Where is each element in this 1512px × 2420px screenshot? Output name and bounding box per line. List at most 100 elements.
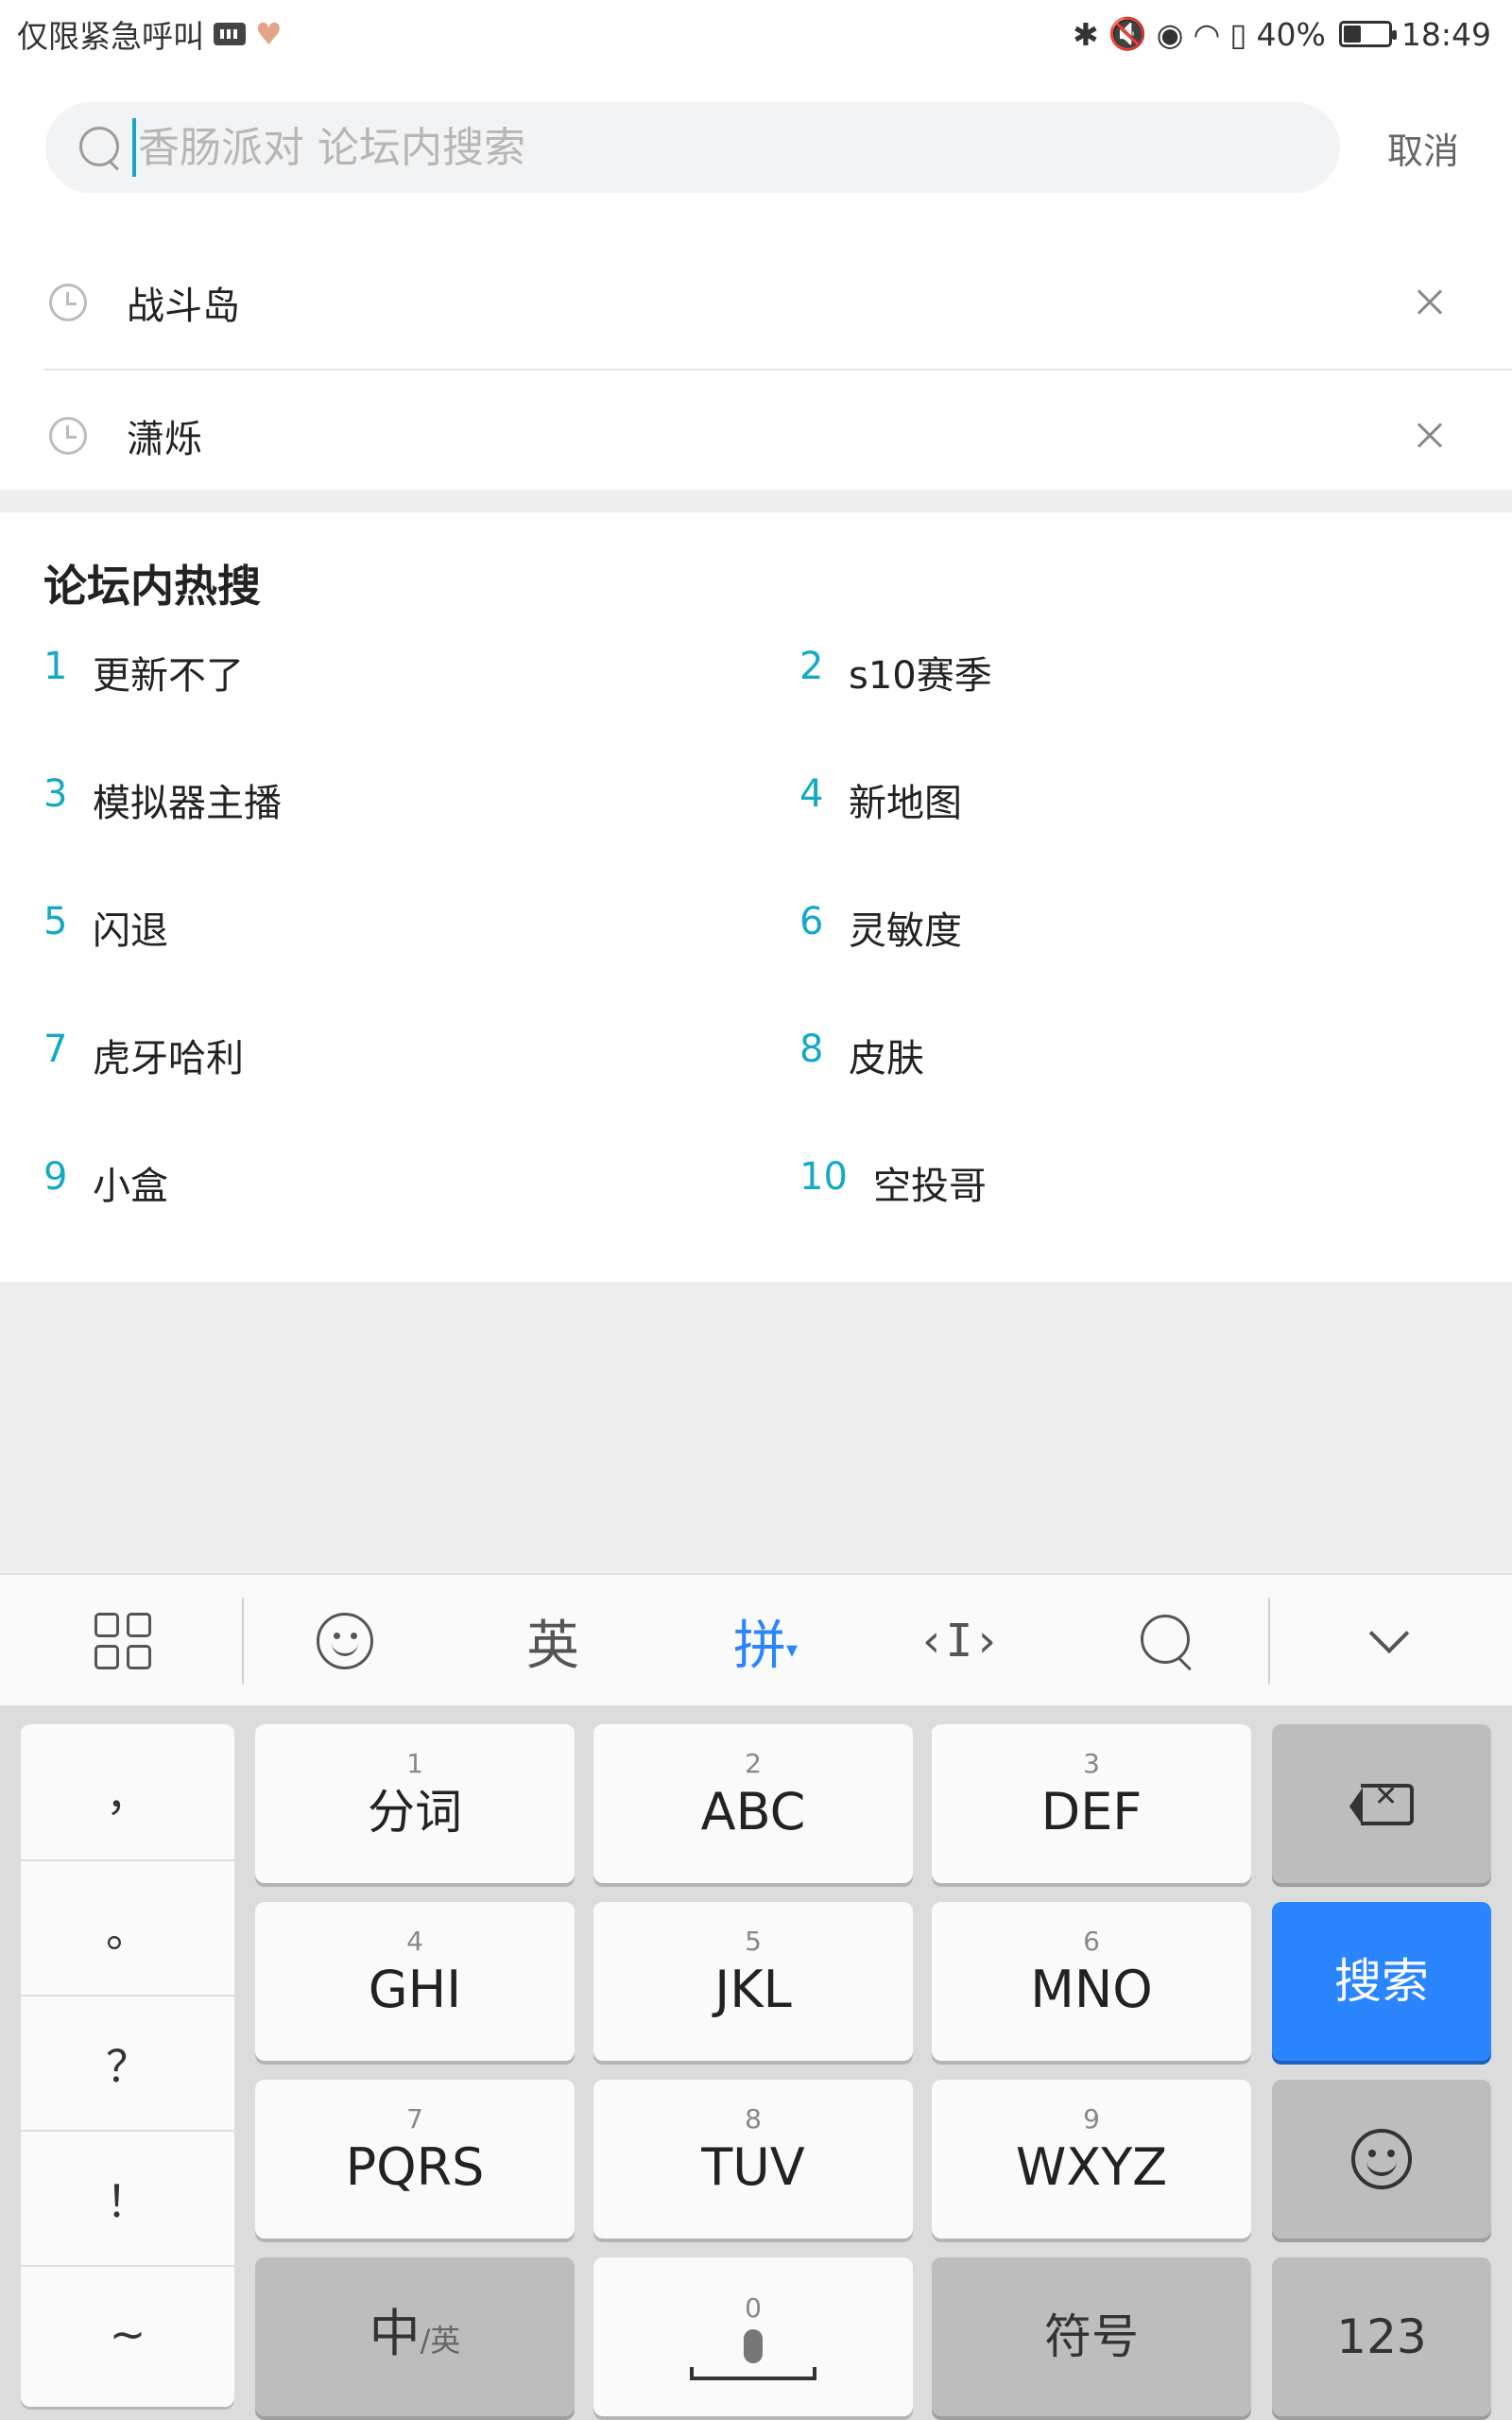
wifi-icon: ◠ (1193, 15, 1221, 53)
hot-search-rank: 9 (43, 1155, 68, 1199)
hot-search-label: 虎牙哈利 (93, 1037, 244, 1080)
hot-search-item[interactable]: 9 小盒 (43, 1155, 799, 1283)
search-header: 取消 (45, 102, 1512, 193)
hot-search-label: 新地图 (849, 782, 962, 825)
hot-search-rank: 10 (799, 1155, 848, 1199)
clock-time: 18:49 (1400, 15, 1491, 53)
key-8-tuv[interactable]: 8 TUV (593, 2080, 913, 2238)
hot-search-item[interactable]: 4 新地图 (799, 772, 1461, 900)
keyboard-icon (214, 23, 246, 45)
key-label: TUV (701, 2137, 805, 2197)
key-7-pqrs[interactable]: 7 PQRS (255, 2080, 575, 2238)
key-number: 3 (1083, 1748, 1100, 1779)
smiley-icon (1351, 2129, 1412, 2189)
backspace-key[interactable] (1272, 1724, 1491, 1883)
key-label: JKL (714, 1960, 792, 2019)
lang-key-sub: /英 (420, 2322, 461, 2359)
key-2-abc[interactable]: 2 ABC (593, 1724, 913, 1883)
key-label: PQRS (345, 2137, 485, 2197)
smiley-icon (317, 1613, 373, 1669)
hot-search-rank: 8 (799, 1028, 824, 1071)
hot-search-item[interactable]: 8 皮肤 (799, 1028, 1461, 1155)
cancel-button[interactable]: 取消 (1387, 122, 1459, 174)
emergency-calls-only-text: 仅限紧急呼叫 (17, 18, 204, 55)
hot-search-label: 皮肤 (849, 1037, 924, 1080)
key-3-def[interactable]: 3 DEF (932, 1724, 1251, 1883)
close-icon[interactable] (1414, 286, 1446, 319)
search-input[interactable] (138, 123, 1177, 172)
hot-search-item[interactable]: 5 闪退 (43, 900, 799, 1028)
space-key[interactable]: 0 (593, 2257, 913, 2416)
hot-search-rank: 1 (43, 645, 68, 688)
eye-comfort-icon: ◉ (1156, 15, 1184, 53)
lang-key-main: 中 (369, 2303, 421, 2363)
health-heart-icon: ♥ (255, 16, 283, 52)
toolbar-divider (1268, 1598, 1270, 1685)
key-label: DEF (1040, 1782, 1143, 1841)
hot-search-item[interactable]: 3 模拟器主播 (43, 772, 799, 900)
punct-key-tilde[interactable]: ~ (21, 2265, 234, 2400)
hot-search-item[interactable]: 6 灵敏度 (799, 900, 1461, 1028)
symbol-key-label: 符号 (1044, 2309, 1139, 2364)
key-number: 0 (745, 2292, 762, 2324)
key-1-segment[interactable]: 1 分词 (255, 1724, 575, 1883)
hot-search-label: 模拟器主播 (93, 782, 282, 825)
punctuation-column: ， 。 ？ ！ ~ (21, 1724, 234, 2407)
keyboard-search-button[interactable] (1106, 1575, 1228, 1707)
hot-search-label: 灵敏度 (849, 909, 962, 953)
hot-search-label: 更新不了 (93, 654, 244, 698)
key-9-wxyz[interactable]: 9 WXYZ (932, 2080, 1251, 2238)
clock-icon (49, 417, 87, 455)
hot-search-rank: 3 (43, 772, 68, 816)
punct-key-question[interactable]: ？ (21, 1995, 234, 2130)
hot-search-rank: 6 (799, 900, 824, 943)
key-5-jkl[interactable]: 5 JKL (593, 1902, 913, 2061)
language-switch-key[interactable]: 中/英 (255, 2257, 575, 2416)
close-icon[interactable] (1414, 420, 1446, 452)
search-submit-key[interactable]: 搜索 (1272, 1902, 1491, 2061)
hot-search-label: s10赛季 (849, 654, 992, 698)
section-divider (0, 490, 1512, 512)
numeric-key[interactable]: 123 (1272, 2257, 1491, 2416)
history-item[interactable]: 潇烁 (43, 369, 1512, 501)
emoji-key[interactable] (1272, 2080, 1491, 2238)
status-bar: 仅限紧急呼叫 ♥ ✱ 🔇 ◉ ◠ ▯ 40% 18:49 (0, 0, 1512, 68)
key-6-mno[interactable]: 6 MNO (932, 1902, 1251, 2061)
empty-content-area (0, 1282, 1512, 1573)
keyboard-menu-button[interactable] (57, 1575, 189, 1707)
hot-search-list: 1 更新不了 2 s10赛季 3 模拟器主播 4 新地图 5 闪退 6 灵敏度 7 虎牙哈利 … (43, 645, 1480, 1283)
key-number: 1 (406, 1748, 423, 1779)
t9-keyboard: ， 。 ？ ！ ~ 1 分词 2 ABC 3 DEF 4 GHI 5 JKL 6… (0, 1705, 1512, 2420)
english-mode-button[interactable]: 英 (491, 1575, 614, 1707)
hot-search-item[interactable]: 2 s10赛季 (799, 645, 1461, 772)
numeric-key-label: 123 (1336, 2309, 1427, 2364)
dropdown-arrow-icon: ▾ (785, 1635, 799, 1663)
history-item[interactable]: 战斗岛 (0, 236, 1512, 369)
bluetooth-icon: ✱ (1073, 15, 1099, 53)
search-box[interactable] (45, 102, 1340, 193)
key-number: 4 (406, 1926, 423, 1957)
pinyin-mode-button[interactable]: 拼▾ (699, 1575, 832, 1707)
cursor-control-button[interactable]: ‹I› (898, 1575, 1021, 1707)
text-caret (132, 118, 136, 177)
keyboard-toolbar: 英 拼▾ ‹I› (0, 1573, 1512, 1705)
mute-icon: 🔇 (1108, 15, 1147, 52)
hot-search-item[interactable]: 10 空投哥 (799, 1155, 1461, 1283)
search-icon (77, 125, 123, 170)
punct-key-period[interactable]: 。 (21, 1859, 234, 1995)
key-4-ghi[interactable]: 4 GHI (255, 1902, 575, 2061)
battery-fill (1343, 26, 1361, 43)
key-label: 分词 (368, 1785, 462, 1840)
text-cursor-icon: ‹I› (918, 1615, 1001, 1668)
key-label: WXYZ (1015, 2137, 1168, 2197)
search-history: 战斗岛 潇烁 (0, 236, 1512, 501)
emoji-panel-button[interactable] (284, 1575, 406, 1707)
symbol-key[interactable]: 符号 (932, 2257, 1251, 2416)
punct-key-comma[interactable]: ， (21, 1724, 234, 1859)
punct-key-exclaim[interactable]: ！ (21, 2130, 234, 2265)
history-item-label: 战斗岛 (127, 285, 240, 328)
lang-key-label: 中/英 (369, 2301, 461, 2374)
hot-search-item[interactable]: 7 虎牙哈利 (43, 1028, 799, 1155)
hide-keyboard-button[interactable] (1323, 1575, 1455, 1707)
hot-search-item[interactable]: 1 更新不了 (43, 645, 799, 772)
